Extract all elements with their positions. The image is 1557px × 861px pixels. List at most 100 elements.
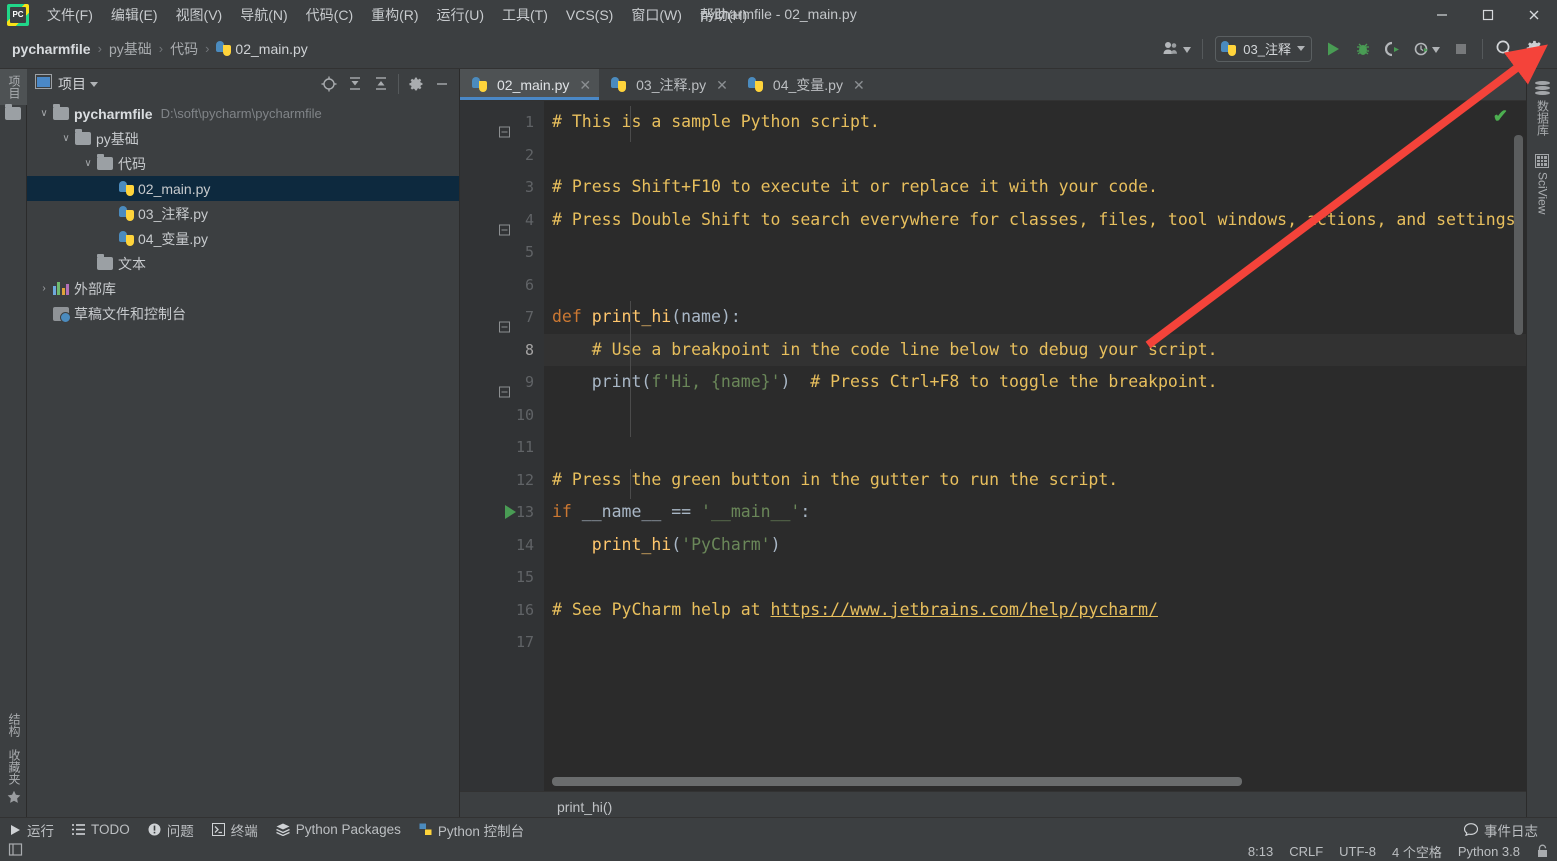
code-line[interactable]: # Press Double Shift to search everywher…	[544, 204, 1526, 237]
profile-icon[interactable]	[1408, 35, 1446, 63]
code-content[interactable]: # This is a sample Python script. # Pres…	[544, 101, 1526, 791]
run-gutter-icon[interactable]	[505, 505, 516, 520]
menu-code[interactable]: 代码(C)	[297, 2, 362, 28]
maximize-button[interactable]	[1465, 0, 1511, 29]
minimize-button[interactable]	[1419, 0, 1465, 29]
tree-row[interactable]: ∨ 代码	[27, 151, 459, 176]
breadcrumb-item-3[interactable]: 02_main.py	[216, 41, 308, 57]
close-icon[interactable]: ✕	[579, 78, 591, 92]
expand-all-icon[interactable]	[342, 72, 368, 96]
menu-edit[interactable]: 编辑(E)	[102, 2, 167, 28]
vertical-scrollbar[interactable]	[1514, 135, 1523, 335]
tool-run[interactable]: 运行	[0, 818, 63, 842]
run-coverage-icon[interactable]	[1378, 35, 1408, 63]
menu-vcs[interactable]: VCS(S)	[557, 2, 622, 28]
stripe-button-project[interactable]: 项目	[0, 69, 27, 105]
code-line[interactable]	[544, 269, 1526, 302]
close-button[interactable]	[1511, 0, 1557, 29]
fold-marker-icon[interactable]	[499, 117, 510, 138]
code-editor[interactable]: 1 2 3 4 5 6 7 8 9 10 11 12 13 14 15 16 17 # This is a sa…	[460, 101, 1526, 791]
code-line[interactable]: # Use a breakpoint in the code line belo…	[544, 333, 1526, 366]
menu-run[interactable]: 运行(U)	[428, 2, 493, 28]
caret-position[interactable]: 8:13	[1248, 844, 1273, 859]
user-group-icon[interactable]	[1158, 35, 1196, 63]
debug-icon[interactable]	[1348, 35, 1378, 63]
breadcrumb-item-0[interactable]: pycharmfile	[12, 41, 91, 57]
tree-row[interactable]: 文本	[27, 251, 459, 276]
editor-tab[interactable]: 04_变量.py ✕	[736, 69, 873, 100]
code-line[interactable]	[544, 399, 1526, 432]
editor-breadcrumb-function[interactable]: print_hi()	[552, 797, 617, 817]
code-line[interactable]	[544, 431, 1526, 464]
tree-row[interactable]: 02_main.py	[27, 176, 459, 201]
code-line[interactable]: print_hi('PyCharm')	[544, 529, 1526, 562]
menu-help[interactable]: 帮助(H)	[691, 2, 756, 28]
tree-row[interactable]: ∨ py基础	[27, 126, 459, 151]
tree-row[interactable]: 草稿文件和控制台	[27, 301, 459, 326]
tree-row[interactable]: › 外部库	[27, 276, 459, 301]
code-line[interactable]	[544, 139, 1526, 172]
run-icon[interactable]	[1318, 35, 1348, 63]
menu-file[interactable]: 文件(F)	[38, 2, 102, 28]
stripe-button-database[interactable]: 数据库	[1529, 75, 1556, 142]
stripe-button-sciview[interactable]: SciView	[1529, 148, 1556, 220]
code-line[interactable]: # This is a sample Python script.	[544, 106, 1526, 139]
tool-python-packages[interactable]: Python Packages	[267, 820, 410, 839]
search-everywhere-icon[interactable]	[1489, 35, 1519, 63]
code-line[interactable]: def print_hi(name):	[544, 301, 1526, 334]
stripe-button-structure[interactable]: 结构	[0, 707, 27, 743]
stop-icon[interactable]	[1446, 35, 1476, 63]
collapse-all-icon[interactable]	[368, 72, 394, 96]
horizontal-scrollbar[interactable]	[552, 777, 1242, 786]
hide-icon[interactable]	[429, 72, 455, 96]
chevron-down-icon[interactable]: ∨	[57, 133, 75, 144]
indent-setting[interactable]: 4 个空格	[1392, 842, 1442, 861]
tool-todo[interactable]: TODO	[63, 820, 139, 839]
locate-icon[interactable]	[316, 72, 342, 96]
settings-gear-icon[interactable]	[1519, 35, 1549, 63]
python-interpreter[interactable]: Python 3.8	[1458, 844, 1520, 859]
chevron-down-icon[interactable]: ∨	[79, 158, 97, 169]
close-icon[interactable]: ✕	[716, 78, 728, 92]
menu-navigate[interactable]: 导航(N)	[231, 2, 296, 28]
tree-row[interactable]: ∨ pycharmfile D:\soft\pycharm\pycharmfile	[27, 101, 459, 126]
code-line[interactable]: # Press the green button in the gutter t…	[544, 464, 1526, 497]
tool-terminal[interactable]: 终端	[203, 818, 267, 842]
editor-tab[interactable]: 02_main.py ✕	[460, 69, 600, 100]
code-line[interactable]: # Press Shift+F10 to execute it or repla…	[544, 171, 1526, 204]
breadcrumb-item-1[interactable]: py基础	[109, 39, 152, 59]
code-line[interactable]	[544, 626, 1526, 659]
close-icon[interactable]: ✕	[853, 78, 865, 92]
fold-marker-icon[interactable]	[499, 312, 510, 333]
menu-refactor[interactable]: 重构(R)	[362, 2, 427, 28]
code-line[interactable]: # See PyCharm help at https://www.jetbra…	[544, 594, 1526, 627]
lock-icon[interactable]	[1536, 844, 1549, 858]
tree-row[interactable]: 04_变量.py	[27, 226, 459, 251]
stripe-button-favorites[interactable]: 收藏夹	[0, 743, 27, 815]
run-configuration-selector[interactable]: 03_注释	[1215, 35, 1312, 62]
fold-marker-icon[interactable]	[499, 377, 510, 398]
gear-icon[interactable]	[403, 72, 429, 96]
code-line[interactable]	[544, 236, 1526, 269]
breadcrumb-item-2[interactable]: 代码	[170, 39, 198, 59]
code-line[interactable]	[544, 561, 1526, 594]
toggle-sidebars-icon[interactable]	[8, 842, 23, 860]
menu-view[interactable]: 视图(V)	[167, 2, 232, 28]
tool-python-console[interactable]: Python 控制台	[410, 818, 533, 842]
fold-marker-icon[interactable]	[499, 214, 510, 236]
editor-gutter[interactable]: 1 2 3 4 5 6 7 8 9 10 11 12 13 14 15 16 17	[460, 101, 544, 791]
chevron-right-icon[interactable]: ›	[35, 283, 53, 294]
chevron-down-icon[interactable]: ∨	[35, 108, 53, 119]
file-encoding[interactable]: UTF-8	[1339, 844, 1376, 859]
line-separator[interactable]: CRLF	[1289, 844, 1323, 859]
event-log-button[interactable]: 事件日志	[1455, 818, 1547, 842]
menu-tools[interactable]: 工具(T)	[493, 2, 557, 28]
code-line[interactable]: print(f'Hi, {name}') # Press Ctrl+F8 to …	[544, 366, 1526, 399]
horizontal-scrollbar-track[interactable]	[552, 777, 1510, 786]
inspection-status-icon[interactable]: ✔	[1493, 107, 1508, 125]
menu-window[interactable]: 窗口(W)	[622, 2, 691, 28]
tool-problems[interactable]: 问题	[139, 818, 203, 842]
tree-row[interactable]: 03_注释.py	[27, 201, 459, 226]
chevron-down-icon[interactable]	[90, 81, 98, 87]
editor-tab[interactable]: 03_注释.py ✕	[599, 69, 736, 100]
